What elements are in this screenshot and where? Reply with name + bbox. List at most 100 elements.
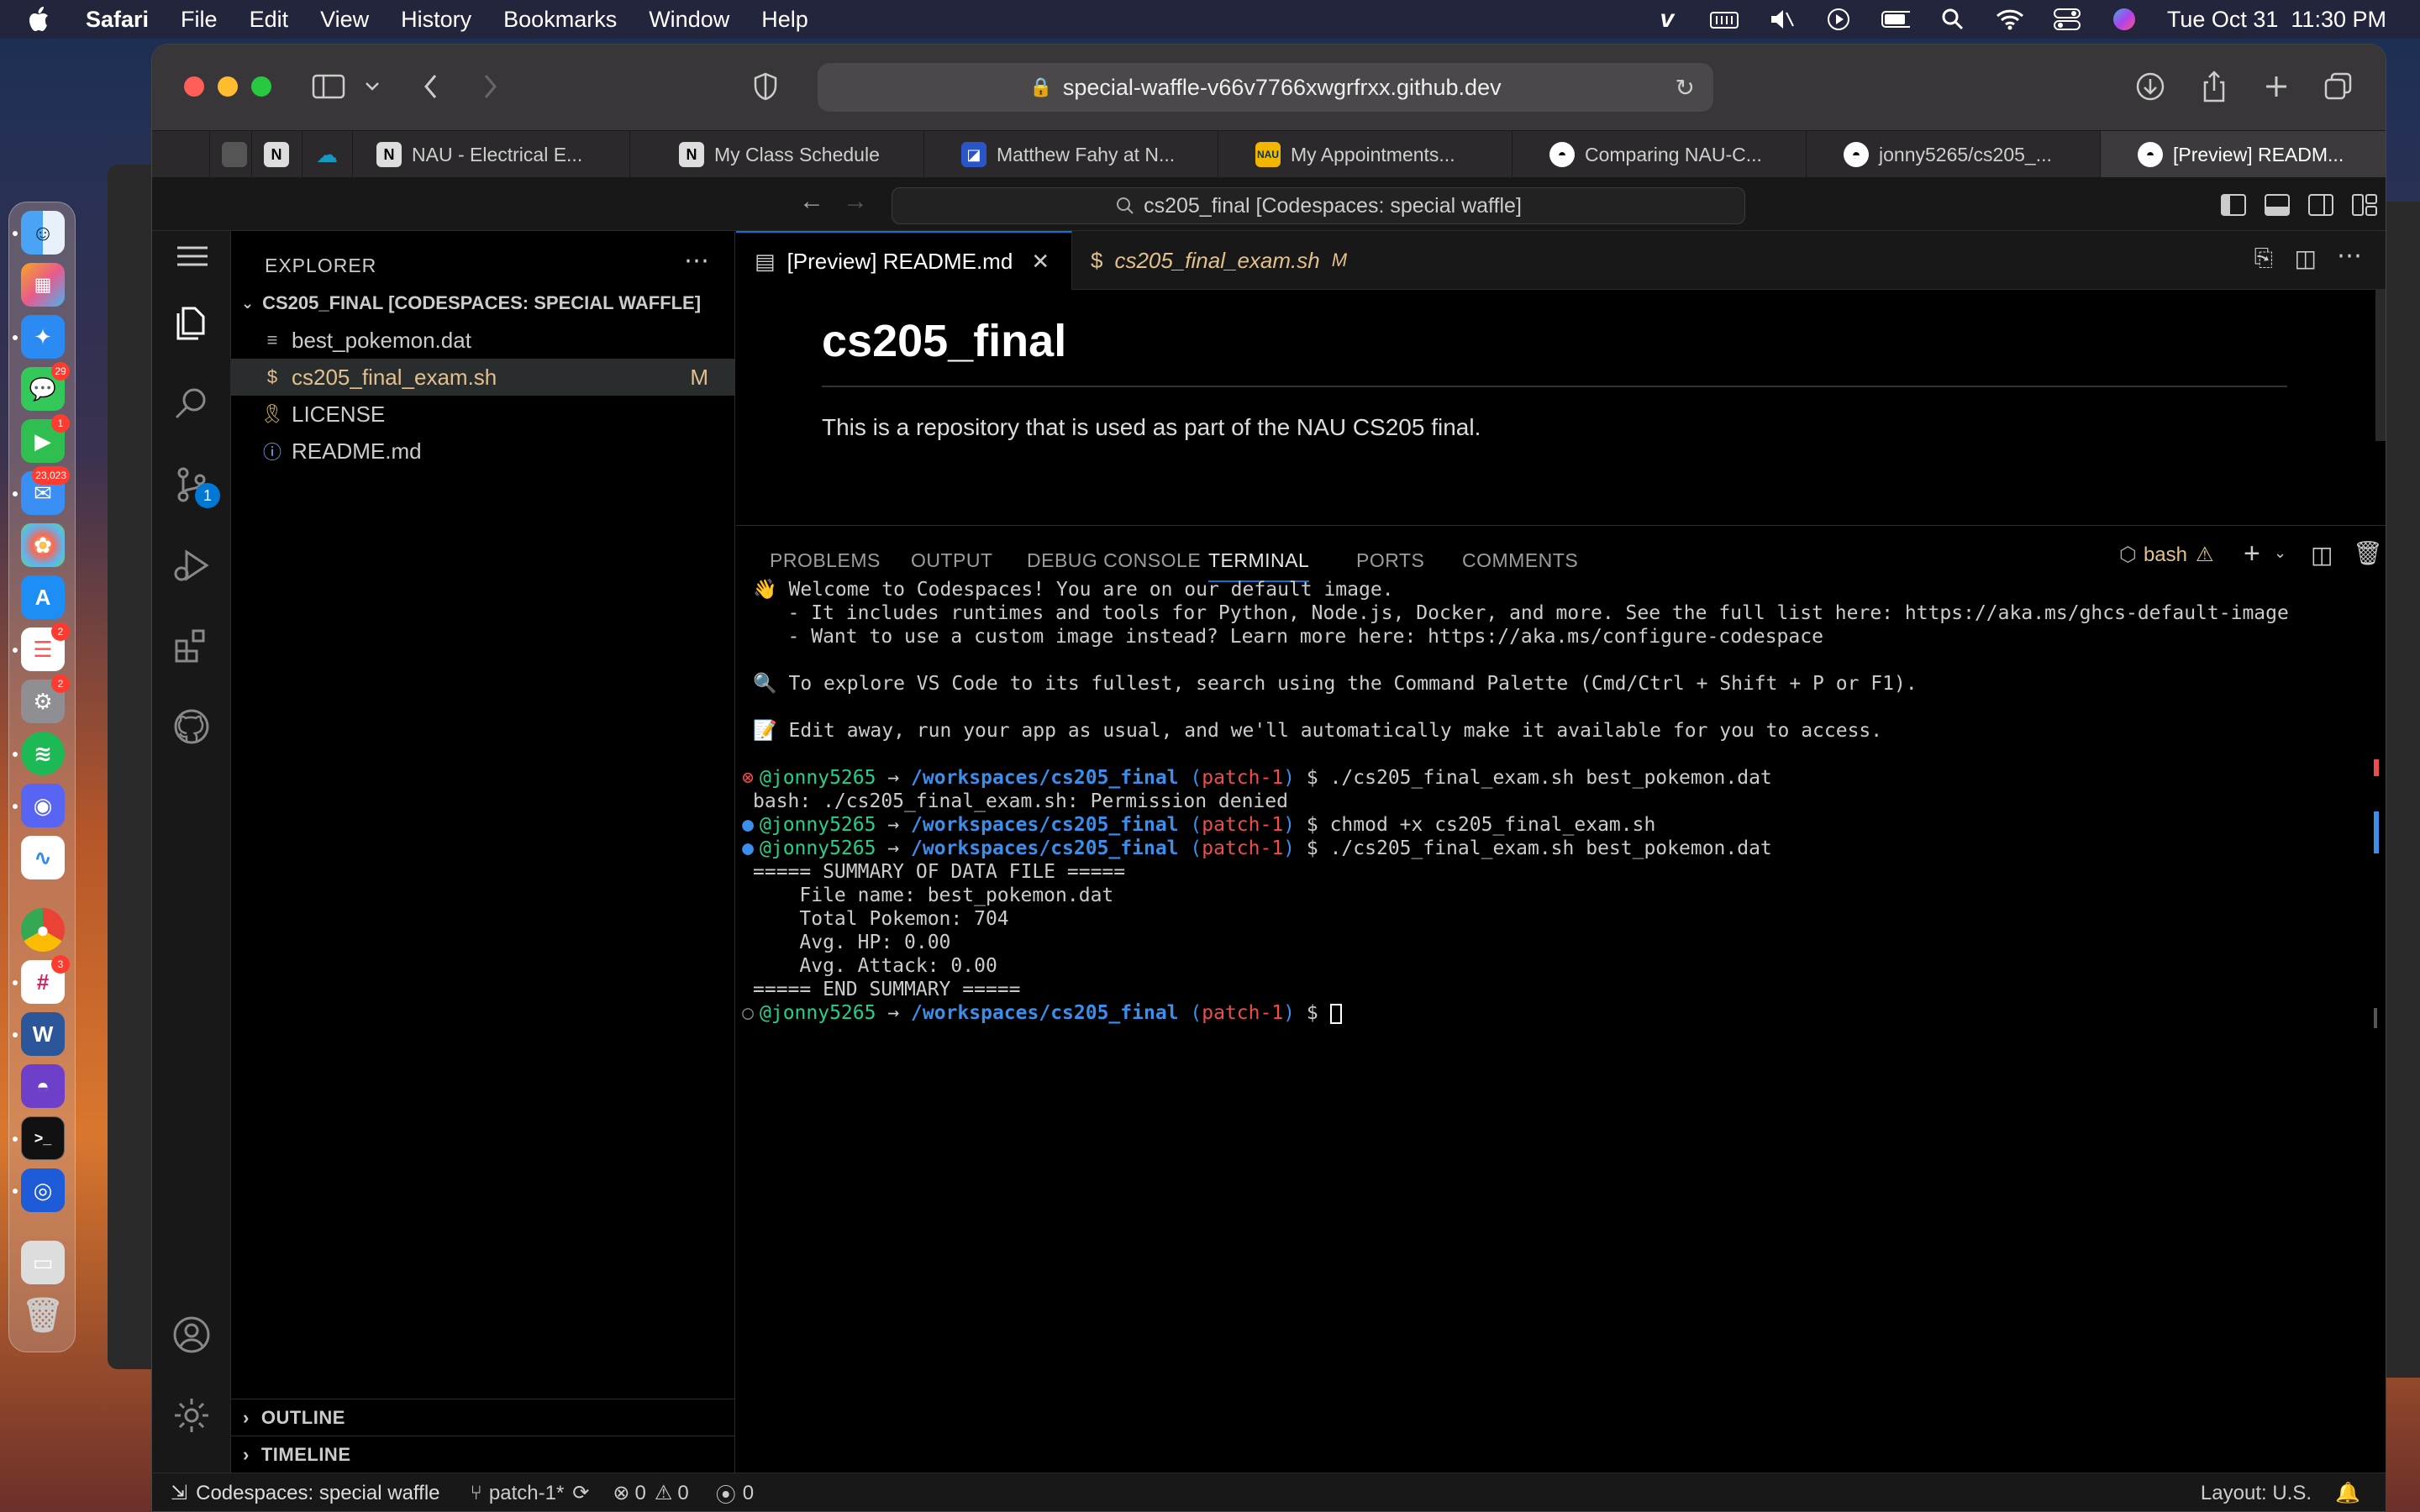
dock-launchpad-icon[interactable]: ▦	[21, 263, 65, 307]
command-failed-icon[interactable]: ⊗	[736, 766, 760, 790]
notifications-bell-icon[interactable]: 🔔	[2335, 1481, 2360, 1505]
panel-tab-comments[interactable]: COMMENTS	[1462, 549, 1578, 572]
panel-tab-output[interactable]: OUTPUT	[911, 549, 993, 572]
menu-edit[interactable]: Edit	[250, 7, 289, 33]
sync-icon[interactable]: ⟳	[572, 1481, 589, 1505]
zoom-window-button[interactable]	[251, 76, 271, 97]
dock-settings-icon[interactable]: ⚙ 2	[21, 675, 70, 723]
menu-app-name[interactable]: Safari	[86, 7, 149, 33]
command-pending-icon[interactable]: ○	[736, 1001, 760, 1025]
search-icon[interactable]	[171, 384, 212, 424]
dock-app-icon[interactable]: ◎	[21, 1168, 65, 1212]
dock-chrome-icon[interactable]: ●	[21, 908, 65, 952]
file-readme[interactable]: ⓘ README.md	[231, 433, 735, 470]
preview-scrollbar[interactable]	[2375, 290, 2386, 441]
safari-tab-salesforce[interactable]: ☁	[302, 131, 352, 178]
toggle-panel-icon[interactable]	[2265, 194, 2290, 216]
control-center-icon[interactable]	[2053, 8, 2081, 31]
dock-finder-icon[interactable]: ☺	[21, 211, 65, 255]
privacy-shield-icon[interactable]	[749, 70, 782, 103]
menu-history[interactable]: History	[401, 7, 471, 33]
terminal-shell-selector[interactable]: ⬡ bash ⚠	[2119, 543, 2214, 567]
dock-trash-icon[interactable]: 🗑	[21, 1293, 65, 1336]
explorer-more-icon[interactable]: ⋯	[684, 246, 709, 276]
file-cs205-final-exam[interactable]: $ cs205_final_exam.sh M	[231, 359, 735, 396]
menu-window[interactable]: Window	[649, 7, 729, 33]
downloads-icon[interactable]	[2133, 70, 2167, 103]
keyboard-layout-status[interactable]: Layout: U.S.	[2201, 1482, 2312, 1505]
tab-overview-icon[interactable]	[2322, 70, 2355, 103]
split-terminal-icon[interactable]: ◫	[2311, 541, 2333, 569]
panel-tab-debug-console[interactable]: DEBUG CONSOLE	[1027, 549, 1201, 572]
panel-tab-terminal[interactable]: TERMINAL	[1208, 549, 1310, 582]
extensions-icon[interactable]	[171, 626, 212, 666]
editor-tab-exam-script[interactable]: $ cs205_final_exam.sh M	[1072, 231, 1408, 290]
address-bar[interactable]: 🔒 special-waffle-v66v7766xwgrfrxx.github…	[818, 63, 1713, 112]
remote-indicator[interactable]: ⇲ Codespaces: special waffle	[152, 1473, 459, 1511]
timeline-section[interactable]: › TIMELINE	[231, 1436, 735, 1473]
dock-messages-icon[interactable]: 💬 29	[21, 362, 70, 411]
safari-tab-matthew-fahy[interactable]: ◪ Matthew Fahy at N...	[923, 131, 1218, 178]
dock-photos-icon[interactable]: ✿	[21, 523, 65, 567]
file-license[interactable]: 🎗 LICENSE	[231, 396, 735, 433]
nav-forward-icon[interactable]: →	[843, 187, 868, 216]
menu-view[interactable]: View	[320, 7, 369, 33]
menu-help[interactable]: Help	[761, 7, 808, 33]
safari-tab-notion[interactable]: N	[251, 131, 302, 178]
branch-status[interactable]: ⑂ patch-1* ⟳	[471, 1481, 590, 1505]
dock-safari-icon[interactable]: ✦	[21, 315, 65, 359]
siri-icon[interactable]	[2110, 8, 2139, 31]
toggle-secondary-sidebar-icon[interactable]	[2308, 194, 2333, 216]
close-window-button[interactable]	[184, 76, 204, 97]
manage-gear-icon[interactable]	[171, 1395, 212, 1436]
safari-tab-jonny-repo[interactable]: ◓ jonny5265/cs205_...	[1806, 131, 2100, 178]
editor-more-icon[interactable]: ⋯	[2337, 241, 2362, 270]
dock-spotify-icon[interactable]: ≋	[21, 732, 65, 775]
dock-downloads-stack-icon[interactable]: ▭	[21, 1241, 65, 1284]
dock-discord-icon[interactable]: ◉	[21, 784, 65, 827]
keyboard-brightness-icon[interactable]	[1709, 8, 1739, 31]
tab-group-chevron-icon[interactable]	[355, 70, 389, 103]
dock-slack-icon[interactable]: #3	[21, 955, 70, 1004]
safari-tab-comparing[interactable]: ◓ Comparing NAU-C...	[1512, 131, 1806, 178]
battery-icon[interactable]	[1881, 8, 1910, 31]
dock-word-icon[interactable]: W	[21, 1012, 65, 1056]
menu-file[interactable]: File	[181, 7, 218, 33]
share-icon[interactable]	[2197, 70, 2231, 103]
safari-tab-class-schedule[interactable]: N My Class Schedule	[629, 131, 923, 178]
dock-facetime-icon[interactable]: ▶ 1	[21, 414, 70, 463]
apple-icon[interactable]	[25, 5, 50, 34]
dock-mail-icon[interactable]: ✉ 23,023	[21, 466, 70, 515]
sidebar-toggle-icon[interactable]	[312, 70, 345, 103]
safari-tab-readme-preview[interactable]: ◓ [Preview] READM...	[2100, 131, 2386, 178]
panel-tab-problems[interactable]: PROBLEMS	[770, 549, 881, 572]
customize-layout-icon[interactable]	[2352, 194, 2377, 216]
mute-icon[interactable]	[1767, 8, 1796, 31]
outline-section[interactable]: › OUTLINE	[231, 1399, 735, 1436]
explorer-icon[interactable]	[171, 303, 212, 344]
menubar-datetime[interactable]: Tue Oct 31 11:30 PM	[2167, 7, 2386, 33]
reload-icon[interactable]: ↻	[1676, 74, 1695, 102]
dock-appstore-icon[interactable]: A	[21, 575, 65, 619]
wifi-icon[interactable]	[1996, 8, 2024, 31]
run-debug-icon[interactable]	[171, 545, 212, 585]
new-terminal-icon[interactable]: +	[2244, 538, 2260, 570]
forward-icon[interactable]	[473, 70, 507, 103]
new-tab-icon[interactable]	[2260, 70, 2293, 103]
nav-back-icon[interactable]: ←	[799, 187, 824, 216]
dock-freeform-icon[interactable]: ∿	[21, 836, 65, 879]
command-success-icon[interactable]: ●	[736, 837, 760, 860]
panel-tab-ports[interactable]: PORTS	[1356, 549, 1424, 572]
safari-tab-nau-electrical[interactable]: N NAU - Electrical E...	[352, 131, 629, 178]
dock-terminal-icon[interactable]: >_	[21, 1116, 65, 1160]
play-icon[interactable]	[1824, 8, 1853, 31]
source-control-icon[interactable]: 1	[171, 465, 220, 508]
menu-icon[interactable]	[177, 246, 208, 266]
minimize-window-button[interactable]	[218, 76, 238, 97]
accounts-icon[interactable]	[171, 1315, 212, 1355]
safari-tab-pinned[interactable]	[209, 131, 251, 178]
split-editor-icon[interactable]: ◫	[2295, 244, 2317, 272]
explorer-root-folder[interactable]: ⌄ CS205_FINAL [CODESPACES: SPECIAL WAFFL…	[231, 285, 735, 322]
back-icon[interactable]	[414, 70, 448, 103]
terminal-dropdown-icon[interactable]: ⌄	[2274, 544, 2286, 562]
